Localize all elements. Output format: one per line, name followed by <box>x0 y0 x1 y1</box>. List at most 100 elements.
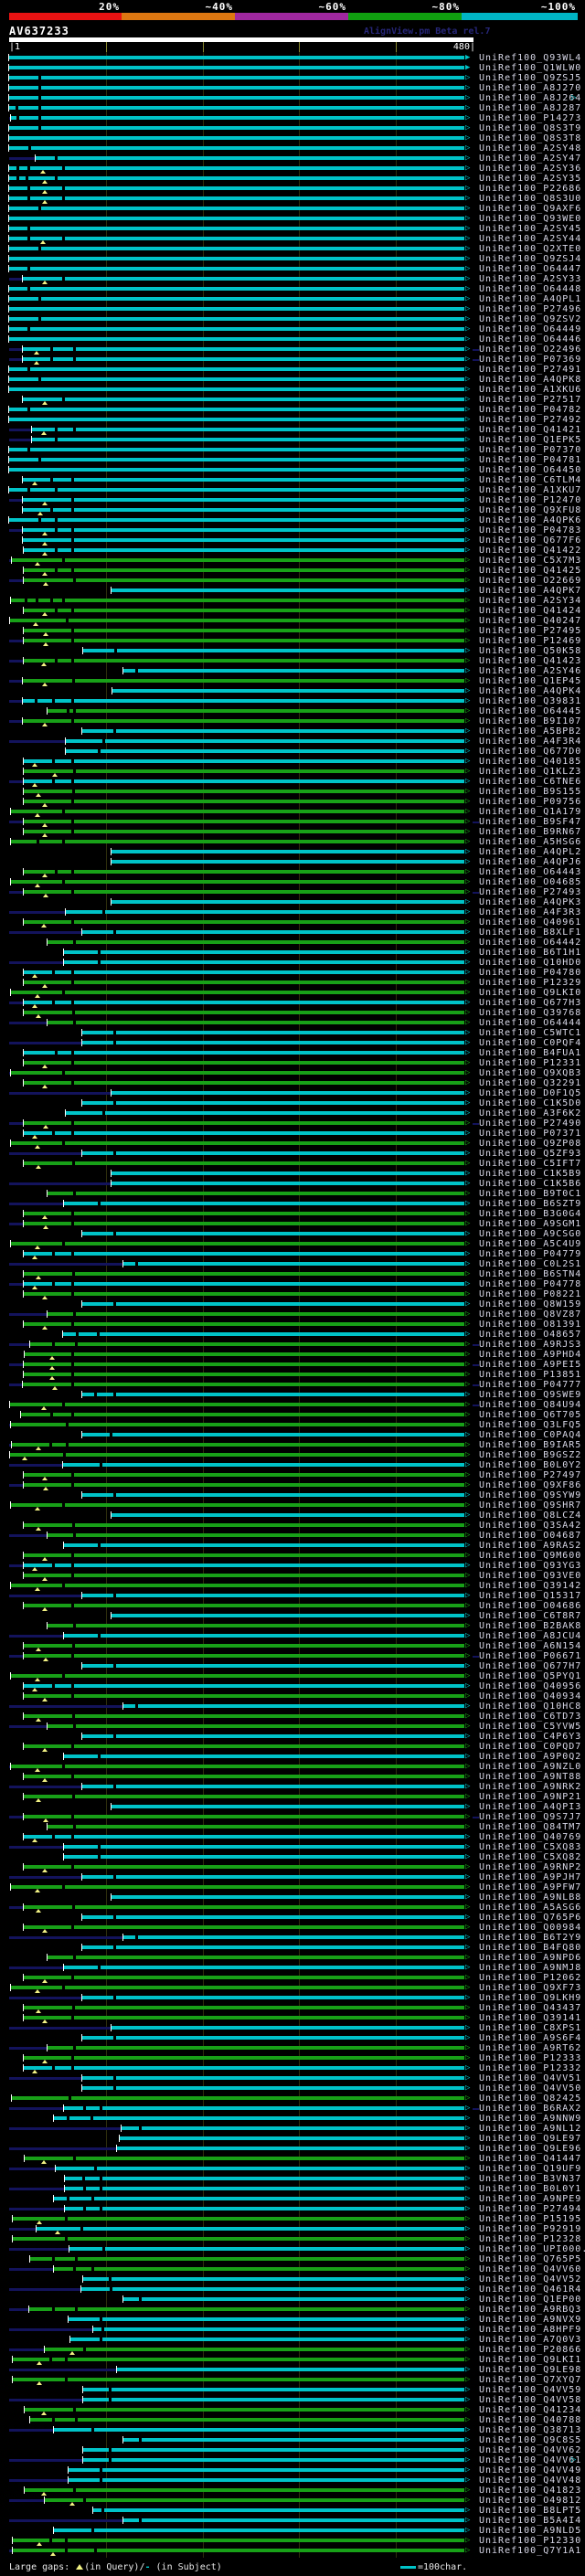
hit-label[interactable]: UniRef100_Q677H7 <box>479 1661 581 1671</box>
alignment-bar[interactable] <box>24 981 464 984</box>
hit-label[interactable]: UniRef100_O48657 <box>479 1330 581 1340</box>
hit-label[interactable]: UniRef100_Q8S3T9 <box>479 123 581 133</box>
hit-label[interactable]: UniRef100_A4QPK8 <box>479 375 581 385</box>
hit-row[interactable]: ▷ UniRef100_A9RNP2 <box>0 1862 585 1872</box>
hit-label[interactable]: UniRef100_P20866 <box>479 2345 581 2355</box>
hit-row[interactable]: ▷ UniRef100_P04782 <box>0 405 585 415</box>
alignment-bar[interactable] <box>24 1835 464 1839</box>
alignment-bar[interactable] <box>9 337 464 341</box>
alignment-bar[interactable] <box>112 588 464 592</box>
hit-row[interactable]: ▷ UniRef100_A9NZL0 <box>0 1762 585 1772</box>
alignment-bar[interactable] <box>24 1905 464 1909</box>
hit-row[interactable]: ▷ UniRef100_Q765P5 <box>0 2254 585 2264</box>
alignment-bar[interactable] <box>64 1202 464 1205</box>
hit-row[interactable]: ▷ UniRef100_C0PQD7 <box>0 1742 585 1752</box>
alignment-bar[interactable] <box>48 1624 464 1627</box>
hit-row[interactable]: ▷ UniRef100_C5WTC1 <box>0 1028 585 1038</box>
hit-label[interactable]: UniRef100_Q15317 <box>479 1591 581 1601</box>
alignment-bar[interactable] <box>24 1564 464 1567</box>
hit-row[interactable]: ▷ UniRef100_C6TLM4 <box>0 475 585 485</box>
alignment-bar[interactable] <box>24 1483 464 1487</box>
alignment-bar[interactable] <box>24 1925 464 1929</box>
hit-label[interactable]: UniRef100_P13851 <box>479 1370 581 1380</box>
hit-label[interactable]: UniRef100_A9SGM1 <box>479 1219 581 1229</box>
alignment-bar[interactable] <box>11 1071 464 1075</box>
alignment-bar[interactable] <box>30 2257 464 2261</box>
alignment-bar[interactable] <box>48 1192 464 1195</box>
hit-label[interactable]: UniRef100_O64444 <box>479 1018 581 1028</box>
hit-label[interactable]: UniRef100_Q41423 <box>479 656 581 666</box>
hit-label[interactable]: UniRef100_A4QPL1 <box>479 294 581 304</box>
alignment-bar[interactable] <box>12 2096 464 2100</box>
alignment-bar[interactable] <box>24 1553 464 1557</box>
alignment-bar[interactable] <box>9 146 464 150</box>
hit-label[interactable]: UniRef100_Q39768 <box>479 1008 581 1018</box>
hit-label[interactable]: UniRef100_P27495 <box>479 626 581 636</box>
hit-label[interactable]: UniRef100_Q6T705 <box>479 1410 581 1420</box>
hit-label[interactable]: UniRef100_A1XKU7 <box>479 485 581 495</box>
hit-row[interactable]: ▷ UniRef100_P92919 <box>0 2224 585 2234</box>
alignment-bar[interactable] <box>24 1161 464 1165</box>
alignment-bar[interactable] <box>112 1513 464 1517</box>
alignment-bar[interactable] <box>54 2428 464 2432</box>
alignment-bar[interactable] <box>25 2408 464 2412</box>
hit-row[interactable]: ▷ UniRef100_Q9ZSJ4 <box>0 254 585 264</box>
hit-row[interactable]: ▷ UniRef100_Q4VV48 <box>0 2475 585 2486</box>
hit-row[interactable]: ▷ UniRef100_Q1A179 <box>0 807 585 817</box>
hit-row[interactable]: ▷ UniRef100_Q4VV62 <box>0 2445 585 2455</box>
alignment-bar[interactable] <box>65 2207 464 2210</box>
hit-label[interactable]: UniRef100_Q2XTE0 <box>479 244 581 254</box>
hit-row[interactable]: ▷ UniRef100_B9RN67 <box>0 827 585 837</box>
hit-row[interactable]: ▷ UniRef100_P04780 <box>0 968 585 978</box>
alignment-bar[interactable] <box>9 488 464 492</box>
hit-label[interactable]: UniRef100_A9NNW9 <box>479 2114 581 2124</box>
alignment-bar[interactable] <box>64 950 464 954</box>
hit-row[interactable]: ▷ UniRef100_Q50K58 <box>0 646 585 656</box>
hit-row[interactable]: ▷ UniRef100_A9NPE9 <box>0 2194 585 2204</box>
alignment-bar[interactable] <box>123 2438 464 2442</box>
hit-row[interactable]: ▷ UniRef100_A4F3R3 <box>0 907 585 917</box>
alignment-bar[interactable] <box>9 257 464 260</box>
hit-label[interactable]: UniRef100_P04781 <box>479 455 581 465</box>
alignment-bar[interactable] <box>82 1041 464 1044</box>
alignment-bar[interactable] <box>13 2237 464 2241</box>
alignment-bar[interactable] <box>24 1362 464 1366</box>
hit-label[interactable]: UniRef100_Q93WE0 <box>479 214 581 224</box>
hit-row[interactable]: ▷ UniRef100_Q3SA42 <box>0 1521 585 1531</box>
alignment-bar[interactable] <box>21 1413 464 1416</box>
hit-row[interactable]: ▷ UniRef100_O48657 <box>0 1330 585 1340</box>
hit-label[interactable]: UniRef100_A2SY44 <box>479 234 581 244</box>
alignment-bar[interactable] <box>82 2036 464 2040</box>
hit-label[interactable]: UniRef100_C6TNE6 <box>479 777 581 787</box>
hit-label[interactable]: UniRef100_P07369 <box>479 355 581 365</box>
hit-row[interactable]: ▷ UniRef100_Q39142 <box>0 1581 585 1591</box>
alignment-bar[interactable] <box>24 1714 464 1718</box>
hit-label[interactable]: UniRef100_A8J287 <box>479 103 581 113</box>
hit-row[interactable]: ▷ UniRef100_P27491 <box>0 365 585 375</box>
alignment-bar[interactable] <box>123 1935 464 1939</box>
hit-label[interactable]: UniRef100_B9S155 <box>479 787 581 797</box>
hit-label[interactable]: UniRef100_A9NMJ8 <box>479 1963 581 1973</box>
alignment-bar[interactable] <box>112 1805 464 1808</box>
hit-row[interactable]: ▷ UniRef100_P12331 <box>0 1058 585 1068</box>
hit-row[interactable]: ▷ UniRef100_B9GSZ2 <box>0 1450 585 1460</box>
hit-label[interactable]: UniRef100_Q84U94 <box>479 1400 581 1410</box>
alignment-bar[interactable] <box>48 1724 464 1728</box>
alignment-bar[interactable] <box>24 890 464 894</box>
hit-label[interactable]: UniRef100_A2SY48 <box>479 143 581 154</box>
hit-row[interactable]: ▷ UniRef100_Q4VV60 <box>0 2264 585 2274</box>
hit-row[interactable]: ▷ UniRef100_A2SY45 <box>0 224 585 234</box>
hit-row[interactable]: ▷ UniRef100_A9NLD5 <box>0 2526 585 2536</box>
alignment-bar[interactable] <box>9 166 464 170</box>
hit-row[interactable]: ▷ UniRef100_Q9AXF6 <box>0 204 585 214</box>
alignment-bar[interactable] <box>56 2167 464 2170</box>
hit-label[interactable]: UniRef100_A5ASG6 <box>479 1903 581 1913</box>
hit-label[interactable]: UniRef100_Q43437 <box>479 2003 581 2013</box>
alignment-bar[interactable] <box>24 1011 464 1014</box>
hit-label[interactable]: UniRef100_Q4VV51 <box>479 2073 581 2083</box>
hit-row[interactable]: ▷ UniRef100_Q9SWE9 <box>0 1390 585 1400</box>
alignment-bar[interactable] <box>82 2076 464 2080</box>
hit-label[interactable]: UniRef100_Q8S3T8 <box>479 133 581 143</box>
hit-label[interactable]: UniRef100_B6T2Y9 <box>479 1933 581 1943</box>
hit-label[interactable]: UniRef100_A9NLD5 <box>479 2526 581 2536</box>
